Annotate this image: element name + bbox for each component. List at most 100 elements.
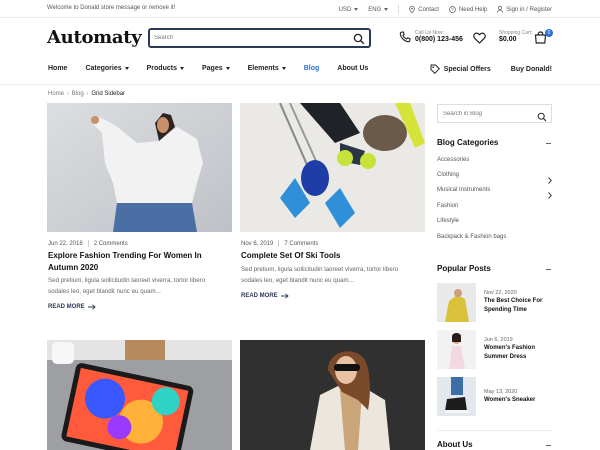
breadcrumb-home[interactable]: Home [48, 91, 64, 97]
currency-label: USD [338, 6, 352, 13]
popular-post-thumb[interactable] [437, 330, 476, 369]
popular-post-title-line: Women's Fashion [484, 345, 535, 351]
read-more-link[interactable]: READ MORE [241, 293, 289, 299]
welcome-message: Welcome to Donald store message or remov… [47, 5, 176, 11]
nav-elements[interactable]: Elements [248, 65, 286, 72]
read-more-link[interactable]: READ MORE [48, 304, 96, 310]
blog-search-button[interactable] [537, 109, 547, 127]
chevron-right-icon[interactable] [548, 186, 552, 204]
nav-label: Elements [247, 65, 279, 72]
top-bar: Welcome to Donald store message or remov… [0, 0, 600, 18]
post-image-tablet[interactable] [47, 340, 232, 450]
post-excerpt-line: Sed pretium, ligula sollicitudin laoreet… [48, 277, 206, 284]
yellow-jacket-photo [437, 283, 476, 322]
language-selector[interactable]: ENG [368, 6, 389, 13]
post-title[interactable]: Explore Fashion Trending For Women In Au… [48, 250, 233, 274]
blog-search [437, 104, 552, 123]
post-image-fashion[interactable] [47, 103, 232, 232]
category-accessories[interactable]: Accessories [437, 157, 469, 163]
cart-summary[interactable]: Shopping Cart: $0.00 [499, 30, 532, 43]
heart-icon [473, 32, 486, 44]
special-offers-link[interactable]: Special Offers [430, 64, 491, 74]
popular-post-date: Nov 22, 2020 [484, 290, 517, 296]
language-label: ENG [368, 6, 382, 13]
ski-gear-photo [240, 103, 425, 232]
post-comments-link[interactable]: 7 Comments [284, 241, 318, 247]
call-number[interactable]: 0(800) 123-456 [415, 36, 463, 43]
chevron-down-icon [124, 67, 129, 70]
top-bar-right: USD ENG Contact ? Need Help Sign in / Re… [329, 5, 552, 14]
blog-search-input[interactable] [443, 109, 533, 119]
nav-label: About Us [337, 65, 369, 72]
category-musical-instruments[interactable]: Musical Instruments [437, 187, 490, 193]
nav-label: Pages [201, 65, 223, 72]
post-comments-link[interactable]: 2 Comments [94, 241, 128, 247]
search-input[interactable] [154, 32, 344, 44]
contact-link[interactable]: Contact [409, 6, 439, 13]
location-pin-icon [409, 6, 416, 13]
popular-post-title[interactable]: Women's Sneaker [484, 396, 546, 405]
call-us: Call Us Now: 0(800) 123-456 [399, 30, 463, 43]
chevron-down-icon [225, 67, 230, 70]
divider [0, 84, 600, 85]
header-search [148, 28, 371, 48]
cart-count-badge: 0 [545, 29, 553, 37]
post-image-ski[interactable] [240, 103, 425, 232]
wishlist-button[interactable] [473, 31, 486, 49]
nav-label: Home [48, 65, 68, 72]
popular-post-thumb[interactable] [437, 377, 476, 416]
breadcrumb: Home › Blog › Grid Sidebar [48, 91, 125, 97]
popular-post-date: May 13, 2020 [484, 389, 518, 395]
popular-post-title-line: Women's Sneaker [484, 397, 536, 403]
collapse-icon[interactable] [546, 143, 551, 144]
post-title-line: Explore Fashion Trending For Women In [48, 251, 202, 260]
nav-pages[interactable]: Pages [202, 65, 230, 72]
chevron-down-icon [354, 8, 359, 11]
chevron-down-icon [281, 67, 286, 70]
collapse-icon[interactable] [546, 445, 551, 446]
help-link[interactable]: ? Need Help [449, 6, 487, 13]
nav-right: Special Offers Buy Donald! [410, 64, 552, 74]
search-icon [353, 33, 365, 45]
user-icon [497, 6, 504, 13]
divider [398, 5, 400, 14]
nav-categories[interactable]: Categories [85, 65, 129, 72]
buy-link[interactable]: Buy Donald! [511, 66, 552, 73]
nav-blog[interactable]: Blog [304, 65, 320, 72]
tag-icon [430, 64, 440, 74]
woman-sunglasses-photo [240, 340, 425, 450]
contact-label: Contact [418, 6, 439, 13]
category-lifestyle[interactable]: Lifestyle [437, 218, 459, 224]
popular-post-title-line: Summer Dress [484, 354, 527, 360]
collapse-icon[interactable] [546, 269, 551, 270]
popular-post-thumb[interactable] [437, 283, 476, 322]
nav-home[interactable]: Home [48, 65, 67, 72]
popular-post-title-line: Spending Time [484, 307, 527, 313]
category-backpack-fashion-bags[interactable]: Backpack & Fashion bags [437, 234, 506, 240]
post-date: Jun 22, 2018 [48, 240, 83, 247]
search-button[interactable] [353, 32, 365, 45]
nav-label: Blog [303, 65, 320, 72]
post-title-line: Complete Set Of Ski Tools [241, 251, 341, 260]
popular-post-title[interactable]: The Best Choice For Spending Time [484, 297, 546, 315]
post-meta: Nov 6, 2019 7 Comments [241, 240, 318, 247]
post-title[interactable]: Complete Set Of Ski Tools [241, 250, 426, 262]
currency-selector[interactable]: USD [339, 7, 359, 13]
nav-about-us[interactable]: About Us [337, 65, 368, 72]
post-image-jacket[interactable] [240, 340, 425, 450]
arrow-right-icon [87, 304, 96, 310]
category-clothing[interactable]: Clothing [437, 172, 459, 178]
chevron-right-icon: › [67, 91, 69, 97]
read-more-label: READ MORE [48, 304, 85, 310]
breadcrumb-blog[interactable]: Blog [72, 91, 84, 97]
post-excerpt: Sed pretium, ligula sollicitudin laoreet… [48, 275, 233, 297]
post-excerpt-line: sodales leo, eget blandit nunc eu quam..… [241, 277, 354, 284]
divider [278, 240, 280, 247]
signin-link[interactable]: Sign in / Register [497, 6, 552, 13]
category-fashion[interactable]: Fashion [437, 203, 458, 209]
nav-products[interactable]: Products [147, 65, 184, 72]
popular-post-title-line: The Best Choice For [484, 298, 543, 304]
popular-post-title[interactable]: Women's Fashion Summer Dress [484, 344, 546, 362]
phone-icon [399, 30, 411, 42]
site-logo[interactable]: Automaty [47, 27, 142, 48]
